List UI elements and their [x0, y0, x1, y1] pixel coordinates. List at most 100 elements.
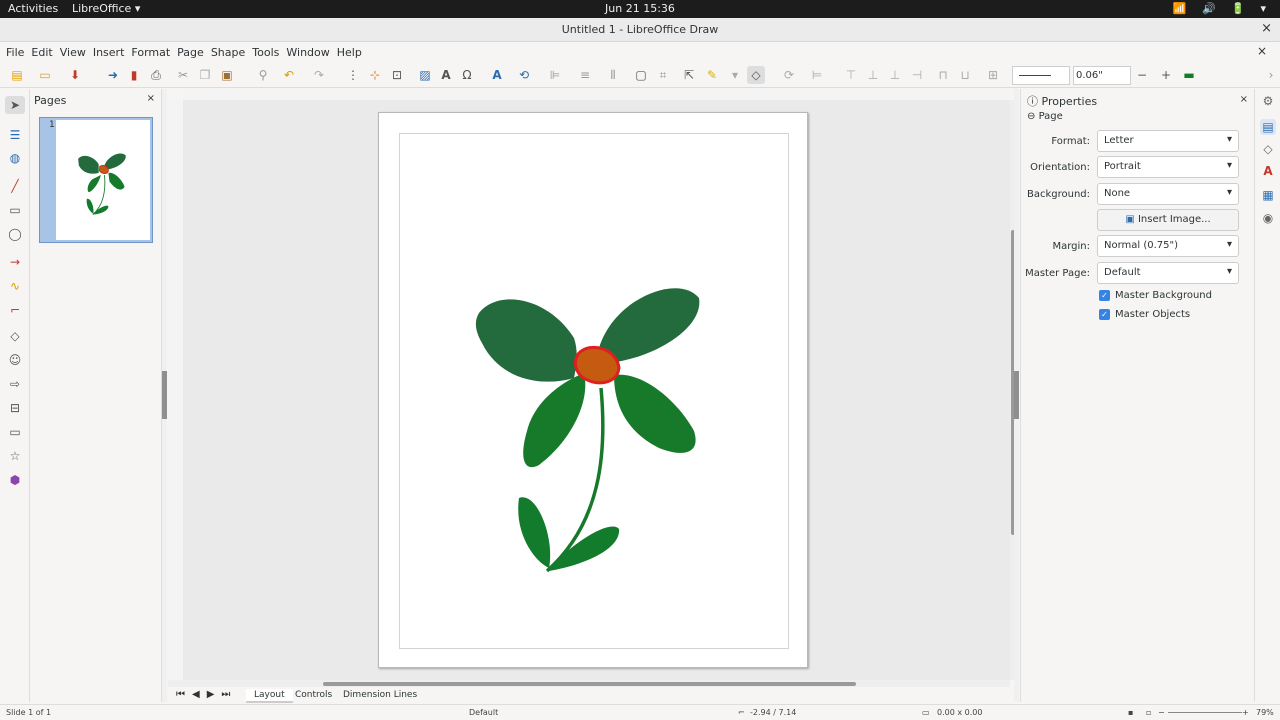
leaf-right[interactable]	[549, 526, 620, 571]
zoom-slider[interactable]	[1168, 712, 1242, 713]
redo-icon[interactable]: ↷	[310, 66, 328, 84]
zoom-in-icon[interactable]: +	[1242, 708, 1249, 717]
transformations-icon[interactable]: ⟲	[515, 66, 533, 84]
horizontal-scrollbar[interactable]	[168, 680, 1010, 687]
fill-color-icon[interactable]: ◍	[5, 149, 25, 167]
menu-help[interactable]: Help	[335, 46, 367, 59]
distribute-icon[interactable]: ⦀	[604, 66, 622, 84]
block-arrows-icon[interactable]: ⇨	[5, 375, 25, 393]
orientation-select[interactable]: Portrait	[1097, 156, 1239, 178]
menu-format[interactable]: Format	[129, 46, 175, 59]
insert-image-icon[interactable]: ▨	[416, 66, 434, 84]
petal-upper-left[interactable]	[475, 299, 577, 382]
close-document-button[interactable]: ×	[1255, 44, 1272, 58]
shapes-deck-icon[interactable]: ◇	[1260, 141, 1276, 157]
tab-dimension-lines[interactable]: Dimension Lines	[335, 689, 425, 701]
petal-upper-right[interactable]	[598, 288, 700, 363]
new-document-icon[interactable]: ▤	[8, 66, 26, 84]
page-thumbnail[interactable]: 1	[39, 117, 153, 243]
line-style-select[interactable]	[1012, 66, 1070, 85]
line-tool-icon[interactable]: ╱	[5, 177, 25, 195]
align-icon[interactable]: ⊫	[546, 66, 564, 84]
zoom-out-icon[interactable]: −	[1158, 708, 1165, 717]
properties-close-icon[interactable]: ×	[1240, 94, 1248, 105]
align-left-icon[interactable]: ⊨	[808, 66, 826, 84]
styles-deck-icon[interactable]: A	[1260, 163, 1276, 179]
stars-icon[interactable]: ☆	[5, 447, 25, 465]
leaf-left[interactable]	[518, 497, 551, 568]
navigator-deck-icon[interactable]: ◉	[1260, 210, 1276, 226]
draw-functions-icon[interactable]: ◇	[747, 66, 765, 84]
app-menu-button[interactable]: LibreOffice ▾	[72, 2, 140, 15]
bring-front-icon[interactable]: ⊓	[934, 66, 952, 84]
clone-formatting-icon[interactable]: ⚲	[254, 66, 272, 84]
connector-icon[interactable]: ⌐	[5, 301, 25, 319]
fontwork-icon[interactable]: A	[488, 66, 506, 84]
select-icon[interactable]: ➤	[5, 96, 25, 114]
open-folder-icon[interactable]: ▭	[36, 66, 54, 84]
grid-icon[interactable]: ⋮	[344, 66, 362, 84]
format-select[interactable]: Letter	[1097, 130, 1239, 152]
line-width-field[interactable]: 0.06"	[1073, 66, 1131, 85]
export-icon[interactable]: ➜	[104, 66, 122, 84]
line-width-decrease-button[interactable]: −	[1133, 66, 1151, 84]
ellipse-icon[interactable]: ◯	[5, 225, 25, 243]
petal-lower-left[interactable]	[523, 373, 586, 468]
sidebar-settings-icon[interactable]: ⚙	[1260, 93, 1276, 109]
background-select[interactable]: None	[1097, 183, 1239, 205]
menu-file[interactable]: File	[4, 46, 29, 59]
crop-icon[interactable]: ⌗	[654, 66, 672, 84]
send-back-icon[interactable]: ⊔	[956, 66, 974, 84]
toolbar-overflow-icon[interactable]: ›	[1262, 66, 1280, 84]
callouts-icon[interactable]: ▭	[5, 423, 25, 441]
vertical-ruler[interactable]	[168, 100, 182, 680]
menu-edit[interactable]: Edit	[29, 46, 57, 59]
align-top-icon[interactable]: ⊤	[842, 66, 860, 84]
line-color-tool-icon[interactable]: ☰	[5, 126, 25, 144]
special-character-icon[interactable]: Ω	[458, 66, 476, 84]
petal-lower-right[interactable]	[614, 374, 696, 453]
glue-points-icon[interactable]: ✎	[703, 66, 721, 84]
activities-button[interactable]: Activities	[8, 2, 58, 15]
curve-icon[interactable]: ∿	[5, 277, 25, 295]
left-panel-splitter[interactable]	[162, 89, 167, 702]
master-page-select[interactable]: Default	[1097, 262, 1239, 284]
window-close-button[interactable]: ×	[1261, 21, 1272, 36]
paste-icon[interactable]: ▣	[218, 66, 236, 84]
page-navigation-buttons[interactable]: ⏮◀▶⏭	[176, 689, 237, 700]
align-bottom-icon[interactable]: ⊥	[886, 66, 904, 84]
page-section-header[interactable]: ⊖ Page	[1027, 111, 1063, 122]
drawing-canvas[interactable]	[183, 100, 1010, 680]
helplines-icon[interactable]: ⊹	[366, 66, 384, 84]
align-center-icon[interactable]: ⊥	[864, 66, 882, 84]
points-icon[interactable]: ⇱	[680, 66, 698, 84]
copy-icon[interactable]: ❐	[196, 66, 214, 84]
snap-icon[interactable]: ⊡	[388, 66, 406, 84]
zoom-level[interactable]: 79%	[1256, 708, 1274, 717]
flowchart-icon[interactable]: ⊟	[5, 399, 25, 417]
export-pdf-icon[interactable]: ▮	[125, 66, 143, 84]
line-color-icon[interactable]: ▬	[1180, 66, 1198, 84]
insert-text-icon[interactable]: A	[437, 66, 455, 84]
master-objects-checkbox[interactable]: ✓ Master Objects	[1099, 309, 1190, 320]
menu-tools[interactable]: Tools	[250, 46, 284, 59]
menu-insert[interactable]: Insert	[91, 46, 130, 59]
line-width-increase-button[interactable]: +	[1157, 66, 1175, 84]
pages-panel-close-icon[interactable]: ×	[147, 93, 155, 104]
gallery-deck-icon[interactable]: ▦	[1260, 187, 1276, 203]
horizontal-ruler[interactable]	[184, 89, 1010, 99]
menu-shape[interactable]: Shape	[209, 46, 250, 59]
arrow-line-icon[interactable]: →	[5, 253, 25, 271]
tab-controls[interactable]: Controls	[287, 689, 340, 701]
insert-image-button[interactable]: ▣ Insert Image...	[1097, 209, 1239, 231]
rotate-icon[interactable]: ⟳	[780, 66, 798, 84]
menu-window[interactable]: Window	[284, 46, 334, 59]
align-right-icon[interactable]: ⊣	[908, 66, 926, 84]
drawing-page[interactable]	[378, 112, 808, 668]
callout-icon[interactable]: ▾	[726, 66, 744, 84]
shadow-icon[interactable]: ▢	[632, 66, 650, 84]
clock[interactable]: Jun 21 15:36	[0, 2, 1280, 15]
distribute-selection-icon[interactable]: ⊞	[984, 66, 1002, 84]
arrange-icon[interactable]: ≡	[576, 66, 594, 84]
print-icon[interactable]: ⎙	[147, 66, 165, 84]
